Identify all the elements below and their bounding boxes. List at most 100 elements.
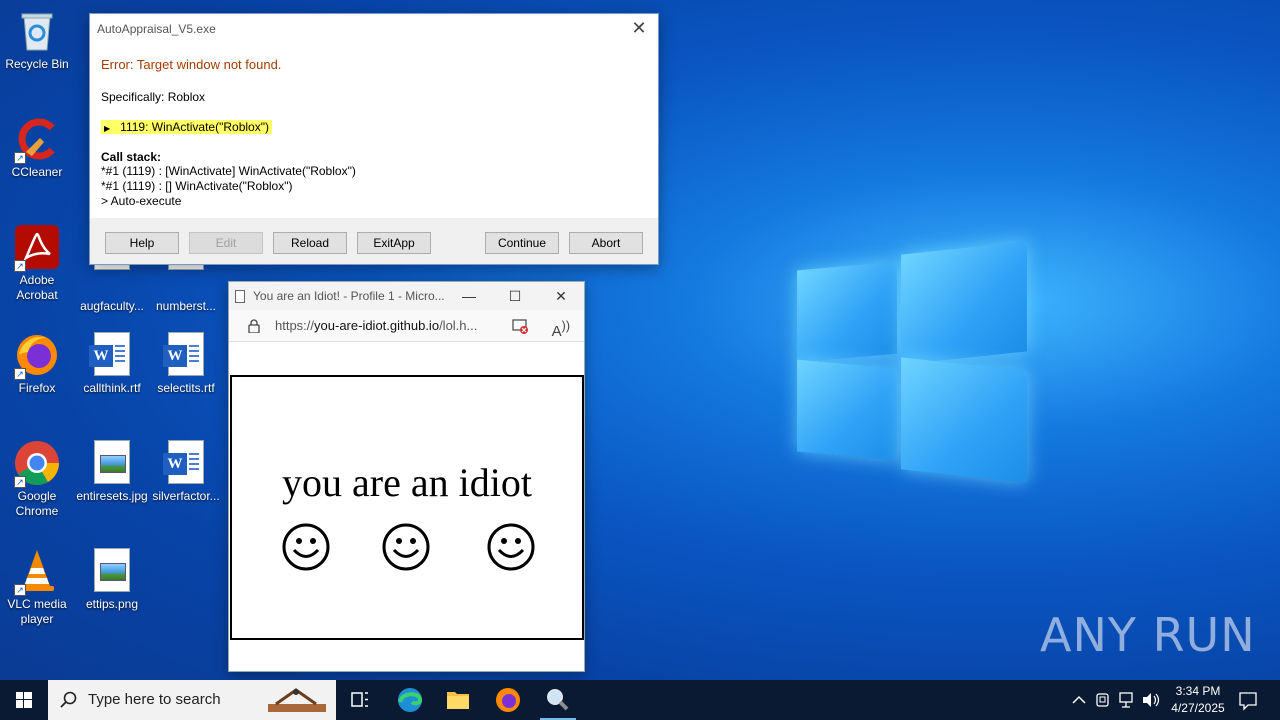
image-file-icon [89, 548, 135, 594]
highlighted-line-text: 1119: WinActivate("Roblox") [120, 120, 269, 134]
abort-button[interactable]: Abort [569, 232, 643, 254]
windows-logo-wallpaper [795, 240, 1030, 483]
taskbar-search-box[interactable]: Type here to search [48, 680, 336, 720]
maximize-icon[interactable]: ☐ [492, 282, 538, 310]
desktop-icon-entiresets[interactable]: entiresets.jpg [75, 440, 149, 504]
image-file-icon [89, 440, 135, 486]
magnifier-app-icon [547, 689, 569, 711]
exitapp-button[interactable]: ExitApp [357, 232, 431, 254]
desktop-icon-callthink[interactable]: W callthink.rtf [75, 332, 149, 396]
start-button[interactable] [0, 680, 48, 720]
taskbar-firefox-button[interactable] [484, 680, 532, 720]
url-prefix: https:// [275, 318, 315, 333]
desktop-icon-label: Google Chrome [15, 489, 59, 518]
smiley-icon [487, 523, 535, 571]
taskbar-clock[interactable]: 3:34 PM 4/27/2025 [1160, 683, 1236, 717]
callstack-title: Call stack: [101, 150, 162, 164]
error-dialog: AutoAppraisal_V5.exe ✕ Error: Target win… [89, 13, 659, 265]
desktop-icon-vlc[interactable]: ↗ VLC media player [0, 548, 74, 627]
browser-titlebar[interactable]: You are an Idiot! - Profile 1 - Micro...… [229, 282, 584, 310]
minimize-icon[interactable]: — [446, 282, 492, 310]
read-aloud-icon[interactable]: A)) [552, 310, 570, 348]
desktop-icon-label: callthink.rtf [83, 381, 141, 395]
desktop-icon-label: numberst... [155, 299, 217, 313]
edit-button[interactable]: Edit [189, 232, 263, 254]
blocked-popup-icon[interactable] [512, 318, 528, 334]
close-icon[interactable]: ✕ [626, 16, 652, 42]
desktop-icon-label: Recycle Bin [5, 57, 69, 71]
chevron-up-icon [1072, 695, 1086, 704]
idiot-page-content: you are an idiot [230, 375, 584, 640]
desktop-icon-selectits[interactable]: W selectits.rtf [149, 332, 223, 396]
anyrun-watermark: ANY RUN [1040, 608, 1256, 672]
reload-button[interactable]: Reload [273, 232, 347, 254]
desktop-icon-label: selectits.rtf [157, 381, 215, 395]
callstack-line: *#1 (1119) : [] WinActivate("Roblox") [101, 179, 293, 193]
desktop-icon-silverfactor[interactable]: W silverfactor... [149, 440, 223, 504]
firefox-icon: ↗ [14, 332, 60, 380]
url-domain: you-are-idiot.github.io [314, 318, 440, 333]
task-view-icon [351, 692, 368, 707]
tray-overflow-button[interactable] [1068, 680, 1090, 720]
vlc-icon: ↗ [14, 548, 60, 596]
smiley-icon [282, 523, 330, 571]
desktop-icon-label: VLC media player [7, 597, 67, 626]
taskbar-file-explorer-button[interactable] [434, 680, 482, 720]
watermark-text: ANY RUN [1040, 608, 1256, 662]
volume-icon [1143, 693, 1160, 707]
dialog-body: Error: Target window not found. Specific… [90, 57, 658, 209]
recycle-bin-icon [14, 8, 60, 54]
notification-icon [1239, 692, 1257, 711]
arrow-marker-icon: ▶ [104, 124, 111, 133]
action-center-button[interactable] [1236, 680, 1260, 720]
desktop-icon-google-chrome[interactable]: ↗ Google Chrome [0, 440, 74, 519]
desktop-icon-ettips[interactable]: ettips.png [75, 548, 149, 612]
edge-icon [398, 688, 423, 712]
network-icon [1119, 692, 1133, 708]
search-placeholder: Type here to search [88, 691, 221, 708]
desktop-icon-ccleaner[interactable]: ↗ CCleaner [0, 116, 74, 180]
desktop-icon-recycle-bin[interactable]: Recycle Bin [0, 8, 74, 72]
idiot-page-text: you are an idiot [282, 460, 532, 505]
tray-network-button[interactable] [1116, 680, 1138, 720]
lock-icon [248, 319, 260, 333]
task-view-button[interactable] [336, 680, 384, 720]
taskbar: Type here to search 3:34 PM 4/27/2025 [0, 680, 1280, 720]
desktop-icon-label: augfaculty... [80, 299, 144, 313]
browser-title: You are an Idiot! - Profile 1 - Micro... [253, 289, 445, 303]
desktop-icon-firefox[interactable]: ↗ Firefox [0, 332, 74, 396]
page-icon [235, 290, 245, 303]
smiley-icon [382, 523, 430, 571]
firefox-icon [496, 688, 520, 712]
tray-volume-button[interactable] [1140, 680, 1162, 720]
url-path: /lol.h... [439, 318, 478, 333]
word-doc-icon: W [163, 440, 209, 486]
address-bar[interactable]: https://you-are-idiot.github.io/lol.h...… [229, 310, 584, 342]
taskbar-edge-button[interactable] [386, 680, 434, 720]
word-doc-icon: W [163, 332, 209, 378]
adobe-acrobat-icon: ↗ [14, 224, 60, 272]
clock-time: 3:34 PM [1175, 684, 1221, 698]
word-doc-icon: W [89, 332, 135, 378]
desktop-icon-label: Adobe Acrobat [16, 273, 58, 302]
desktop-icon-label: Firefox [18, 381, 56, 395]
desktop-icon-adobe-acrobat[interactable]: ↗ Adobe Acrobat [0, 224, 74, 303]
dialog-footer: Help Edit Reload ExitApp Continue Abort [90, 218, 658, 264]
search-highlight-illustration-icon [268, 688, 326, 712]
taskbar-autohotkey-button[interactable] [534, 680, 582, 720]
continue-button[interactable]: Continue [485, 232, 559, 254]
desktop-icon-label: ettips.png [85, 597, 139, 611]
highlighted-line: ▶ 1119: WinActivate("Roblox") [101, 120, 272, 134]
callstack-line: > Auto-execute [101, 194, 182, 208]
clock-date: 4/27/2025 [1171, 701, 1225, 715]
help-button[interactable]: Help [105, 232, 179, 254]
close-icon[interactable]: ✕ [538, 282, 584, 310]
device-icon [1096, 693, 1109, 707]
search-icon [60, 691, 77, 708]
ccleaner-icon: ↗ [14, 116, 60, 164]
tray-device-button[interactable] [1092, 680, 1114, 720]
dialog-titlebar[interactable]: AutoAppraisal_V5.exe ✕ [90, 14, 658, 44]
browser-window: You are an Idiot! - Profile 1 - Micro...… [228, 281, 585, 672]
desktop-icon-label: silverfactor... [152, 489, 220, 503]
desktop-icon-label: entiresets.jpg [76, 489, 148, 503]
